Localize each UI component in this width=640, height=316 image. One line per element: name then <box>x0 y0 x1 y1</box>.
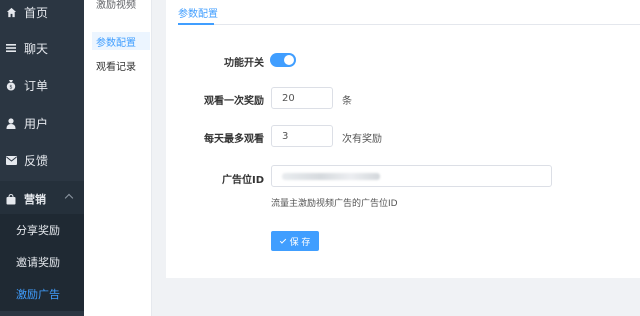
menu-icon <box>4 41 18 55</box>
sidebar-item-orders[interactable]: $ 订单 <box>0 67 84 103</box>
user-icon <box>4 116 18 130</box>
sidebar-item-label: 订单 <box>24 78 49 93</box>
sidebar-group-marketing[interactable]: 营销 <box>0 181 84 217</box>
ad-id-label: 广告位ID <box>221 175 264 186</box>
sidebar-subitem-label: 激励广告 <box>16 288 60 301</box>
feature-toggle[interactable] <box>270 53 296 67</box>
chevron-up-icon <box>64 193 74 203</box>
secondary-menu: 激励视频 参数配置 观看记录 <box>84 0 152 316</box>
money-icon: $ <box>4 78 18 92</box>
sidebar-subitem-incentive-ad[interactable]: 激励广告 <box>0 277 84 311</box>
tab-label: 参数配置 <box>178 9 218 20</box>
input-value: 3 <box>282 130 289 142</box>
main-sidebar: 首页 聊天 $ 订单 用户 反馈 营销 分享奖励 邀请奖励 激励广告 <box>0 0 84 316</box>
switch-label: 功能开关 <box>224 58 264 69</box>
bag-icon <box>4 192 18 206</box>
sidebar-item-label: 聊天 <box>24 41 49 56</box>
reward-per-view-label: 观看一次奖励 <box>204 96 264 107</box>
ad-id-input[interactable] <box>271 165 552 187</box>
toggle-knob <box>284 55 294 65</box>
sidebar-item-label: 反馈 <box>24 153 49 168</box>
sidebar-group-label: 营销 <box>24 193 46 206</box>
reward-per-view-suffix: 条 <box>342 96 352 107</box>
save-button-label: 保 存 <box>289 237 311 248</box>
sidebar-item-home[interactable]: 首页 <box>0 0 84 30</box>
redacted-value <box>282 173 380 180</box>
save-button[interactable]: 保 存 <box>271 231 319 251</box>
sidebar-item-chat[interactable]: 聊天 <box>0 30 84 66</box>
sidebar-item-label: 用户 <box>24 116 49 131</box>
max-views-suffix: 次有奖励 <box>342 134 382 145</box>
reward-per-view-input[interactable]: 20 <box>271 87 333 109</box>
max-views-label: 每天最多观看 <box>204 134 264 145</box>
sidebar-subitem-invite-reward[interactable]: 邀请奖励 <box>0 246 84 278</box>
max-views-input[interactable]: 3 <box>271 125 333 147</box>
submenu-item-settings[interactable]: 参数配置 <box>92 32 150 50</box>
submenu-item-label: 参数配置 <box>96 37 136 49</box>
sidebar-subitem-label: 分享奖励 <box>16 224 60 237</box>
mail-icon <box>4 153 18 167</box>
sidebar-item-feedback[interactable]: 反馈 <box>0 142 84 178</box>
submenu-item-label: 观看记录 <box>96 61 136 73</box>
sidebar-item-label: 首页 <box>24 5 49 20</box>
ad-id-hint: 流量主激励视频广告的广告位ID <box>271 199 398 209</box>
app-root: 首页 聊天 $ 订单 用户 反馈 营销 分享奖励 邀请奖励 激励广告 激励视频 … <box>0 0 640 316</box>
home-icon <box>4 5 18 19</box>
tab-active-indicator <box>178 23 214 25</box>
sidebar-item-users[interactable]: 用户 <box>0 105 84 141</box>
input-value: 20 <box>282 92 295 104</box>
tab-settings[interactable]: 参数配置 <box>178 0 218 25</box>
secondary-menu-title: 激励视频 <box>96 0 136 11</box>
check-icon <box>279 236 286 244</box>
sidebar-subitem-share-reward[interactable]: 分享奖励 <box>0 214 84 246</box>
submenu-item-watch-records[interactable]: 观看记录 <box>92 56 150 74</box>
svg-text:$: $ <box>9 85 12 91</box>
tab-bar: 参数配置 <box>178 0 640 25</box>
sidebar-subitem-label: 邀请奖励 <box>16 256 60 269</box>
